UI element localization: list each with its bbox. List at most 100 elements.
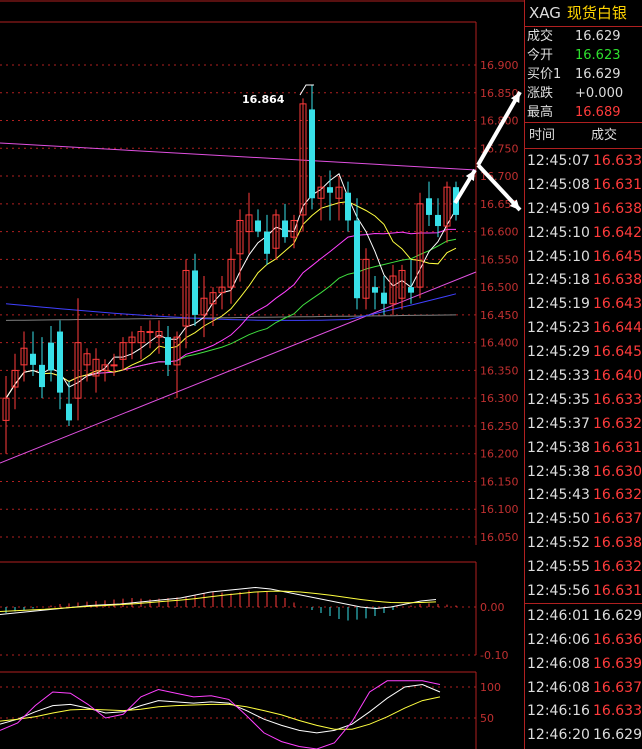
tick-price: 16.640 xyxy=(593,368,642,385)
tick-price: 16.636 xyxy=(593,631,642,648)
tick-time: 12:45:23 xyxy=(527,320,590,337)
tick-row: 12:45:08 16.631 xyxy=(525,173,642,197)
tick-time: 12:45:18 xyxy=(527,272,590,289)
tick-price: 16.632 xyxy=(593,415,642,432)
quote-value: 16.689 xyxy=(575,105,621,120)
quote-label: 成交 xyxy=(527,29,554,44)
tick-price: 16.638 xyxy=(593,200,642,217)
quote-label: 涨跌 xyxy=(527,86,554,101)
tick-time: 12:45:55 xyxy=(527,559,590,576)
kdj-line xyxy=(0,696,441,730)
tick-row: 12:45:37 16.632 xyxy=(525,412,642,436)
quote-value: 16.629 xyxy=(575,67,621,82)
tick-row: 12:45:18 16.638 xyxy=(525,268,642,292)
tick-row: 12:45:33 16.640 xyxy=(525,364,642,388)
tick-time: 12:45:37 xyxy=(527,415,590,432)
tick-time: 12:45:19 xyxy=(527,296,590,313)
resistance-trendline xyxy=(0,142,477,171)
quote-value: 16.629 xyxy=(575,29,621,44)
price-tick-label: 16.050 xyxy=(480,531,519,544)
tick-price: 16.642 xyxy=(593,224,642,241)
kline-chart[interactable]: 16.90016.85016.80016.75016.70016.65016.6… xyxy=(0,0,524,749)
high-annotation-label: 16.864 xyxy=(242,93,285,106)
tick-price: 16.629 xyxy=(593,607,642,624)
quote-row: 涨跌 +0.000 xyxy=(525,84,642,103)
quote-value: 16.623 xyxy=(575,48,621,63)
price-tick-label: 16.150 xyxy=(480,475,519,488)
price-tick-label: 16.600 xyxy=(480,226,519,239)
tick-row: 12:45:38 16.631 xyxy=(525,436,642,460)
quote-row: 今开 16.623 xyxy=(525,46,642,65)
price-tick-label: 16.550 xyxy=(480,253,519,266)
tick-time: 12:45:10 xyxy=(527,224,590,241)
tick-price: 16.637 xyxy=(593,511,642,528)
candle-body-down xyxy=(30,353,36,365)
quote-row: 最高 16.689 xyxy=(525,103,642,122)
macd-tick-label: 0.00 xyxy=(480,601,505,614)
tick-time: 12:46:08 xyxy=(527,655,590,672)
tick-row: 12:45:07 16.633 xyxy=(525,149,642,173)
tick-price: 16.633 xyxy=(593,153,642,169)
tick-row: 12:45:09 16.638 xyxy=(525,197,642,221)
tick-row: 12:45:10 16.645 xyxy=(525,245,642,269)
candle-body-down xyxy=(57,331,63,393)
chart-area[interactable]: 16.900 16.850 16.800 16.750 16.700 16.650 16.6… xyxy=(0,0,524,749)
price-tick-label: 16.350 xyxy=(480,364,519,377)
tick-row: 12:45:52 16.638 xyxy=(525,531,642,555)
tick-time: 12:46:06 xyxy=(527,631,590,648)
tick-row: 12:45:29 16.645 xyxy=(525,340,642,364)
quote-label: 买价1 xyxy=(527,67,562,82)
quote-row: 买价1 16.629 xyxy=(525,65,642,84)
tick-time: 12:45:50 xyxy=(527,511,590,528)
candle-body-down xyxy=(372,287,378,293)
tick-price: 16.631 xyxy=(593,439,642,456)
tick-row: 12:46:08 16.639 xyxy=(525,652,642,676)
tick-price: 16.638 xyxy=(593,535,642,552)
price-tick-label: 16.300 xyxy=(480,392,519,405)
quote-value: +0.000 xyxy=(575,86,624,101)
tick-time: 12:45:56 xyxy=(527,583,590,600)
price-tick-label: 16.100 xyxy=(480,503,519,516)
candle-body-up xyxy=(146,331,154,334)
quote-label: 今开 xyxy=(527,48,554,63)
symbol-code: XAG xyxy=(529,4,561,22)
candle-body-down xyxy=(66,403,72,421)
tick-price: 16.633 xyxy=(593,703,642,720)
ticks-header-price: 成交 xyxy=(591,128,618,143)
tick-time: 12:46:20 xyxy=(527,727,590,744)
tick-row: 12:45:19 16.643 xyxy=(525,292,642,316)
price-tick-label: 16.200 xyxy=(480,448,519,461)
symbol-name: 现货白银 xyxy=(566,4,627,22)
tick-time: 12:46:08 xyxy=(527,679,590,696)
price-tick-label: 16.250 xyxy=(480,420,519,433)
candle-body-down xyxy=(327,187,333,193)
tick-time: 12:45:38 xyxy=(527,439,590,456)
tick-row: 12:45:35 16.633 xyxy=(525,388,642,412)
tick-time: 12:45:09 xyxy=(527,200,590,217)
tick-row: 12:45:23 16.644 xyxy=(525,316,642,340)
kdj-tick-label: 100 xyxy=(480,681,501,694)
kdj-tick-label: 50 xyxy=(480,712,494,725)
candle-body-down xyxy=(165,337,171,365)
tick-row: 12:45:50 16.637 xyxy=(525,507,642,531)
tick-price: 16.639 xyxy=(593,655,642,672)
candle-body-down xyxy=(39,364,45,388)
quote-rows: 成交 16.629 今开 16.623 买价1 16.629 涨跌 +0.000 最高 16.68… xyxy=(525,27,642,122)
tick-price: 16.632 xyxy=(593,487,642,504)
quote-row: 成交 16.629 xyxy=(525,27,642,46)
candle-body-down xyxy=(282,220,288,238)
candle-body-down xyxy=(354,220,360,299)
candle-body-down xyxy=(435,214,441,227)
tick-time: 12:46:01 xyxy=(527,607,590,624)
tick-price: 16.631 xyxy=(593,176,642,193)
tick-row: 12:45:38 16.630 xyxy=(525,460,642,484)
tick-price: 16.638 xyxy=(593,272,642,289)
candle-body-down xyxy=(309,109,315,199)
tick-row: 12:45:10 16.642 xyxy=(525,221,642,245)
tick-list[interactable]: 12:45:07 16.633 12:45:08 16.631 12:45:09 16.6… xyxy=(525,149,642,747)
tick-time: 12:45:07 xyxy=(527,153,590,169)
tick-row: 12:46:06 16.636 xyxy=(525,628,642,652)
tick-row: 12:45:55 16.632 xyxy=(525,555,642,579)
ticks-header-time: 时间 xyxy=(529,128,556,143)
tick-price: 16.629 xyxy=(593,727,642,744)
